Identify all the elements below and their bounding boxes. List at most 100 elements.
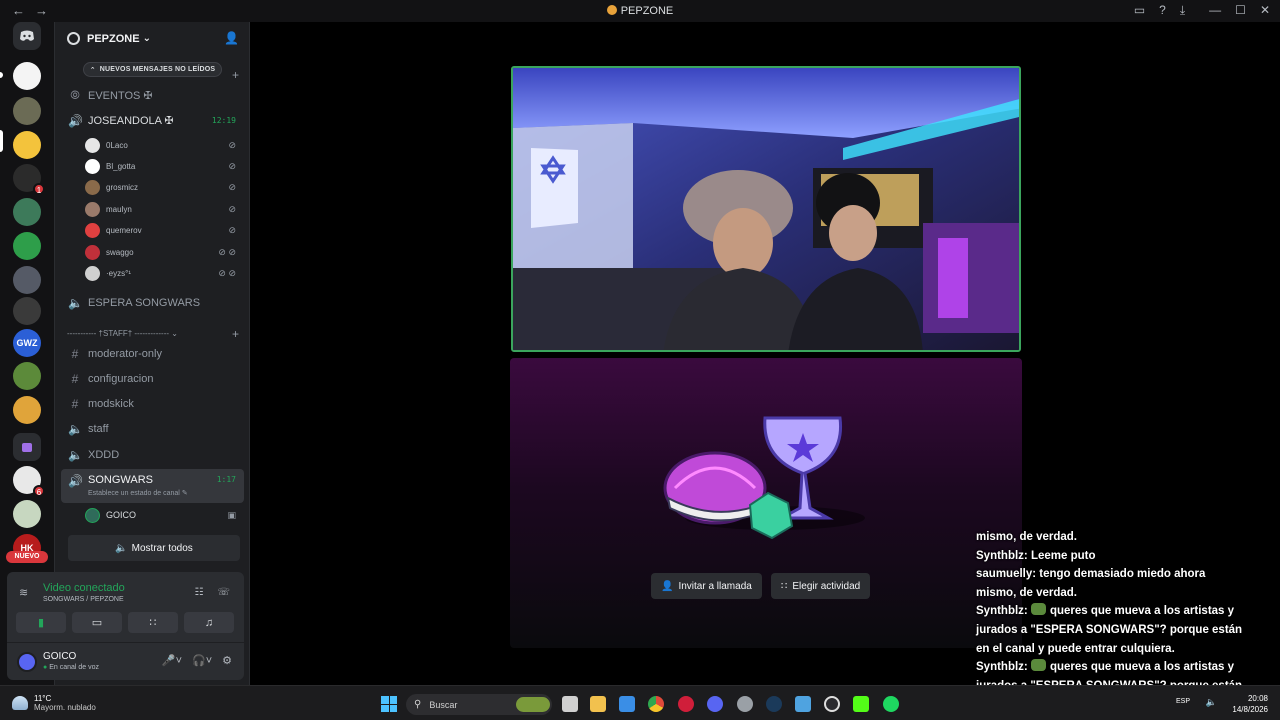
channel-label: modskick xyxy=(88,398,134,411)
voice-user[interactable]: Bl_gotta ⊘ xyxy=(85,157,240,175)
add-member-icon[interactable]: 👤 xyxy=(224,31,239,45)
help-icon[interactable]: ? xyxy=(1159,3,1166,18)
kick-icon[interactable] xyxy=(853,696,869,712)
task-view-icon[interactable] xyxy=(562,696,578,712)
voice-user[interactable]: 0Laco ⊘ xyxy=(85,136,240,154)
language-indicator[interactable]: ESP xyxy=(1176,698,1190,705)
add-channel-icon[interactable]: + xyxy=(232,68,239,82)
download-icon[interactable]: ⤓ xyxy=(1180,3,1185,18)
channel-songwars[interactable]: 🔊 SONGWARS 1:17 Establece un estado de c… xyxy=(61,469,244,503)
avatar xyxy=(85,201,100,217)
weather-widget[interactable]: 11°C Mayorm. nublado xyxy=(12,694,96,712)
settings-gear-icon[interactable]: ⚙ xyxy=(222,654,232,667)
server-7-icon[interactable] xyxy=(13,266,41,294)
screen-share-button[interactable]: ▭ xyxy=(72,612,122,633)
channel-staff[interactable]: 🔈 staff xyxy=(61,418,244,441)
chat-text: mismo, de verdad. xyxy=(976,531,1077,543)
voice-user-goico[interactable]: GOICO ▣ xyxy=(85,506,240,524)
headphones-icon[interactable]: 🎧˅ xyxy=(192,654,212,667)
noise-suppression-icon[interactable]: ☷ xyxy=(195,587,204,598)
steam-icon[interactable] xyxy=(766,696,782,712)
notepad-icon[interactable] xyxy=(795,696,811,712)
user-avatar[interactable] xyxy=(17,652,37,672)
chat-line: Synthblz: Leeme puto xyxy=(976,547,1280,566)
obs-icon[interactable] xyxy=(824,696,840,712)
voice-user[interactable]: quemerov ⊘ xyxy=(85,222,240,240)
window-title: PEPZONE xyxy=(0,5,1280,17)
minimize-button[interactable]: — xyxy=(1209,3,1221,18)
channel-modskick[interactable]: # modskick xyxy=(61,393,244,416)
channel-configuracion[interactable]: # configuracion xyxy=(61,367,244,390)
choose-activity-button[interactable]: ∷ Elegir actividad xyxy=(771,573,871,599)
voice-location[interactable]: SONGWARS / PEPZONE xyxy=(43,596,124,603)
user-name[interactable]: GOICO xyxy=(43,651,76,662)
voice-user[interactable]: grosmicz ⊘ xyxy=(85,179,240,197)
server-5-icon[interactable] xyxy=(13,198,41,226)
opera-icon[interactable] xyxy=(678,696,694,712)
maximize-button[interactable]: ☐ xyxy=(1235,3,1246,18)
server-10-icon[interactable] xyxy=(13,362,41,390)
folder-icon[interactable] xyxy=(13,433,41,461)
voice-user[interactable]: maulyn ⊘ xyxy=(85,200,240,218)
inbox-icon[interactable]: ▭ xyxy=(1134,3,1145,18)
microphone-icon[interactable]: 🎤˅ xyxy=(162,654,182,667)
server-13-icon[interactable] xyxy=(13,500,41,528)
activity-button[interactable]: ∷ xyxy=(128,612,178,633)
channel-joseandola[interactable]: 🔊 JOSEANDOLA ✠ 12:19 xyxy=(61,109,244,132)
server-6-icon[interactable] xyxy=(13,232,41,260)
voice-user[interactable]: ·eyzs°¹ ⊘ ⊘ xyxy=(85,264,240,282)
hashtag-icon: # xyxy=(71,346,79,361)
volume-icon[interactable]: 🔈 xyxy=(1206,697,1217,708)
settings-icon[interactable] xyxy=(737,696,753,712)
clock[interactable]: 20:08 14/8/2026 xyxy=(1232,693,1268,715)
divider xyxy=(7,642,244,643)
guild-header[interactable]: PEPZONE ⌄ 👤 xyxy=(55,22,251,55)
server-8-icon[interactable] xyxy=(13,297,41,325)
channel-xddd[interactable]: 🔈 XDDD xyxy=(61,443,244,466)
channel-status-input[interactable]: Establece un estado de canal ✎ xyxy=(88,489,188,497)
server-2-icon[interactable] xyxy=(13,97,41,125)
server-11-icon[interactable] xyxy=(13,396,41,424)
channel-eventos[interactable]: ⦾ EVENTOS ✠ xyxy=(61,84,244,107)
window-controls: ▭ ? ⤓ — ☐ ✕ xyxy=(1134,3,1270,18)
store-icon[interactable] xyxy=(619,696,635,712)
signal-icon[interactable]: ≋ xyxy=(19,586,28,599)
call-duration: 1:17 xyxy=(216,475,236,484)
muted-icon: ⊘ xyxy=(228,182,236,193)
discord-home-icon[interactable] xyxy=(13,22,41,50)
show-all-button[interactable]: 🔈 Mostrar todos xyxy=(68,535,240,561)
voice-user[interactable]: swaggo ⊘ ⊘ xyxy=(85,243,240,261)
server-3-icon[interactable] xyxy=(13,131,41,159)
server-4-icon[interactable]: 1 xyxy=(13,164,45,195)
voice-status[interactable]: Video conectado xyxy=(43,582,125,594)
channel-moderator-only[interactable]: # moderator-only xyxy=(61,342,244,365)
camera-button[interactable]: ▮ xyxy=(16,612,66,633)
server-initials: GWZ xyxy=(16,338,38,348)
server-1-icon[interactable] xyxy=(13,62,41,90)
chat-line: mismo, de verdad. xyxy=(976,528,1280,547)
new-messages-pill[interactable]: ⌃ NUEVOS MENSAJES NO LEÍDOS xyxy=(83,62,222,77)
soundboard-button[interactable]: ♫ xyxy=(184,612,234,633)
discord-taskbar-icon[interactable] xyxy=(707,696,723,712)
server-12-icon[interactable]: 6 xyxy=(13,466,45,497)
guild-icon xyxy=(67,32,80,45)
windows-start-icon[interactable] xyxy=(381,696,397,712)
voice-user-name: quemerov xyxy=(106,226,142,236)
chat-text: queres que mueva a los artistas y xyxy=(1049,661,1235,674)
spotify-icon[interactable] xyxy=(883,696,899,712)
close-button[interactable]: ✕ xyxy=(1260,3,1270,18)
chrome-icon[interactable] xyxy=(648,696,664,712)
category-staff[interactable]: ----------- †STAFF† ------------- ⌄ + xyxy=(67,327,239,341)
taskbar-search[interactable]: ⚲ Buscar xyxy=(406,694,552,715)
video-tile[interactable] xyxy=(511,66,1021,352)
channel-label: XDDD xyxy=(88,448,120,461)
activity-panel: 👤 Invitar a llamada ∷ Elegir actividad xyxy=(510,358,1022,648)
disconnect-icon[interactable]: ☏ xyxy=(217,587,230,598)
file-explorer-icon[interactable] xyxy=(590,696,606,712)
server-9-icon[interactable]: GWZ xyxy=(13,329,41,357)
speaker-icon: 🔈 xyxy=(115,542,128,554)
invite-to-call-button[interactable]: 👤 Invitar a llamada xyxy=(651,573,762,599)
add-channel-icon[interactable]: + xyxy=(232,327,239,341)
search-highlight-icon xyxy=(516,697,550,712)
channel-espera-songwars[interactable]: 🔈 ESPERA SONGWARS xyxy=(61,291,244,314)
